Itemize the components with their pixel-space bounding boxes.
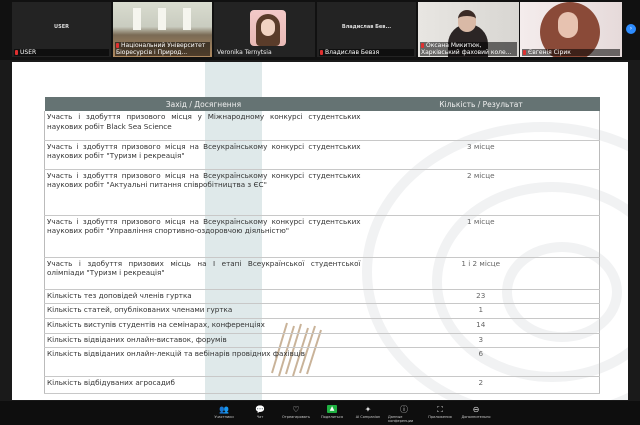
participant-label-text: Оксана Микитюк, Харківський фаховий коле…: [421, 42, 512, 56]
participant-label-text: USER: [20, 49, 37, 56]
toolbar-button-label: AI Companion: [355, 415, 381, 419]
result-cell: [362, 111, 600, 141]
participant-label: USER: [14, 49, 109, 56]
participant-label-text: Національний Університет Біоресурсів і П…: [116, 42, 206, 56]
participant-label: Оксана Микитюк, Харківський фаховий коле…: [420, 42, 517, 56]
participants-icon: 👥: [219, 405, 229, 414]
achievements-table: Захід / Досягнення Кількість / Результат…: [44, 97, 600, 394]
result-cell: 14: [362, 318, 600, 334]
event-cell: Участь і здобуття призового місця на Все…: [44, 215, 363, 258]
table-row: Участь і здобуття призового місця у Міжн…: [44, 111, 600, 141]
result-cell: 1 місце: [362, 215, 600, 258]
share-screen-icon: ▲: [327, 405, 337, 413]
event-cell: Кількість статей, опублікованих членами …: [44, 303, 363, 319]
more-icon: ⊖: [472, 405, 480, 414]
participant-label: Veronika Ternytsia: [216, 49, 313, 56]
window: [133, 8, 141, 30]
participant-tile[interactable]: Veronika Ternytsia: [214, 2, 315, 57]
muted-mic-icon: [320, 50, 323, 55]
result-cell: 6: [362, 347, 600, 377]
table-row: Кількість статей, опублікованих членами …: [44, 303, 600, 319]
table-row: Кількість відвіданих онлайн-лекцій та ве…: [44, 347, 600, 377]
toolbar-button-chat[interactable]: 💬 Чат: [244, 401, 276, 425]
event-cell: Кількість відвіданих онлайн-виставок, фо…: [44, 333, 363, 348]
muted-mic-icon: [116, 43, 119, 48]
shared-slide: Захід / Досягнення Кількість / Результат…: [12, 62, 628, 400]
toolbar-button-apps[interactable]: ⛶ Приложения: [424, 401, 456, 425]
toolbar-button-share-screen[interactable]: ▲ Поделиться: [316, 401, 348, 425]
window: [183, 8, 191, 30]
column-header-result: Кількість / Результат: [362, 97, 600, 111]
toolbar-button-more[interactable]: ⊖ Дополнительно: [460, 401, 492, 425]
chat-icon: 💬: [255, 405, 265, 414]
toolbar-button-label: Отреагировать: [281, 415, 311, 419]
participant-label: Владислав Бевзя: [319, 49, 414, 56]
participant-label-text: Євгенія Сірик: [528, 49, 571, 56]
toolbar-button-reaction[interactable]: ♡ Отреагировать: [280, 401, 312, 425]
participant-label: Євгенія Сірик: [522, 49, 620, 56]
apps-icon: ⛶: [437, 405, 443, 414]
table-row: Участь і здобуття призових місць на І ет…: [44, 257, 600, 290]
toolbar-button-info[interactable]: ⓘ Данные конференции: [388, 401, 420, 425]
participant-name: Владислав Бев...: [341, 24, 392, 30]
info-icon: ⓘ: [400, 405, 408, 414]
event-cell: Кількість відвіданих онлайн-лекцій та ве…: [44, 347, 363, 377]
result-cell: 2 місце: [362, 169, 600, 216]
ai-companion-icon: ✦: [364, 405, 372, 414]
table-row: Кількість виступів студентів на семінара…: [44, 318, 600, 334]
toolbar-button-label: Чат: [256, 415, 264, 419]
event-cell: Кількість виступів студентів на семінара…: [44, 318, 363, 334]
table-row: Кількість відвіданих онлайн-виставок, фо…: [44, 333, 600, 348]
table-row: Кількість тез доповідей членів гуртка 23: [44, 289, 600, 304]
toolbar-button-label: Дополнительно: [461, 415, 491, 419]
event-cell: Кількість відбідуваних агросадиб: [44, 376, 363, 394]
result-cell: 1 і 2 місце: [362, 257, 600, 290]
participant-tile[interactable]: USER USER: [12, 2, 111, 57]
participant-tile[interactable]: Євгенія Сірик: [520, 2, 622, 57]
event-cell: Участь і здобуття призового місця у Міжн…: [44, 111, 363, 141]
result-cell: 3 місце: [362, 140, 600, 170]
chevron-right-icon[interactable]: ›: [626, 24, 636, 34]
muted-mic-icon: [15, 50, 18, 55]
participant-name: USER: [54, 24, 69, 30]
participant-label: Національний Університет Біоресурсів і П…: [115, 42, 210, 56]
toolbar-button-label: Поделиться: [321, 415, 343, 419]
participant-tile[interactable]: Владислав Бев... Владислав Бевзя: [317, 2, 416, 57]
toolbar-button-label: Данные конференции: [388, 415, 414, 423]
participant-tile[interactable]: Національний Університет Біоресурсів і П…: [113, 2, 212, 57]
muted-mic-icon: [421, 43, 424, 48]
result-cell: 1: [362, 303, 600, 319]
participant-label-text: Владислав Бевзя: [325, 49, 380, 56]
participant-tile[interactable]: Оксана Микитюк, Харківський фаховий коле…: [418, 2, 519, 57]
event-cell: Участь і здобуття призового місця на Все…: [44, 140, 363, 170]
toolbar-button-label: Приложения: [428, 415, 452, 419]
participant-label-text: Veronika Ternytsia: [217, 49, 272, 56]
event-cell: Участь і здобуття призового місця на Все…: [44, 169, 363, 216]
result-cell: 2: [362, 376, 600, 394]
table-row: Участь і здобуття призового місця на Все…: [44, 140, 600, 170]
table-row: Участь і здобуття призового місця на Все…: [44, 169, 600, 216]
avatar: [250, 10, 286, 46]
column-header-event: Захід / Досягнення: [44, 97, 363, 111]
window: [158, 8, 166, 30]
table-row: Кількість відбідуваних агросадиб 2: [44, 376, 600, 394]
table-row: Участь і здобуття призового місця на Все…: [44, 215, 600, 258]
event-cell: Кількість тез доповідей членів гуртка: [44, 289, 363, 304]
toolbar-button-ai-companion[interactable]: ✦ AI Companion: [352, 401, 384, 425]
result-cell: 23: [362, 289, 600, 304]
muted-mic-icon: [523, 50, 526, 55]
event-cell: Участь і здобуття призових місць на І ет…: [44, 257, 363, 290]
toolbar-button-label: Участники: [214, 415, 234, 419]
toolbar-button-participants[interactable]: 👥 Участники: [208, 401, 240, 425]
meeting-toolbar: 👥 Участники 💬 Чат ♡ Отреагировать ▲ Поделиться ✦…: [0, 401, 640, 425]
video-gallery: USER USER Національний Університет Біоре…: [0, 0, 640, 60]
reaction-icon: ♡: [292, 405, 300, 414]
result-cell: 3: [362, 333, 600, 348]
